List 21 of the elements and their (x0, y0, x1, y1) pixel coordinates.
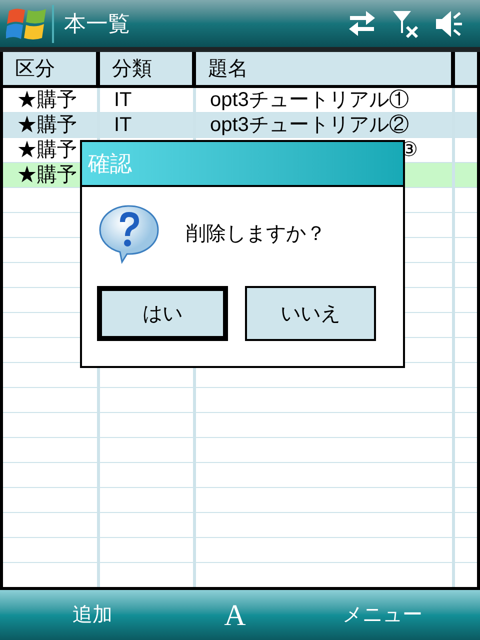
column-header: 分類 (112, 58, 152, 78)
column-header: 題名 (208, 58, 248, 78)
column-header: 区分 (15, 58, 55, 78)
dialog-button[interactable]: いいえ (245, 286, 376, 341)
table-cell: opt3チュートリアル② (210, 115, 409, 135)
window-title: 本一覧 (64, 10, 130, 38)
input-mode-key[interactable]: A (185, 592, 285, 638)
dialog-message: 削除しますか？ (186, 222, 326, 247)
question-bubble-icon (98, 204, 160, 264)
no-signal-icon (392, 8, 420, 38)
menu-softkey[interactable]: メニュー (285, 600, 480, 630)
table-cell: IT (114, 90, 132, 110)
table-cell: ★購予 (17, 165, 77, 185)
dialog-button[interactable]: はい (97, 286, 228, 341)
table-cell: ★購予 (17, 115, 77, 135)
table-cell: ★購予 (17, 90, 77, 110)
table-cell: IT (114, 115, 132, 135)
dialog-title-bar: 確認 (82, 142, 403, 187)
table-cell: ★購予 (17, 140, 77, 160)
add-softkey[interactable]: 追加 (0, 600, 185, 630)
table-cell: opt3チュートリアル① (210, 90, 409, 110)
